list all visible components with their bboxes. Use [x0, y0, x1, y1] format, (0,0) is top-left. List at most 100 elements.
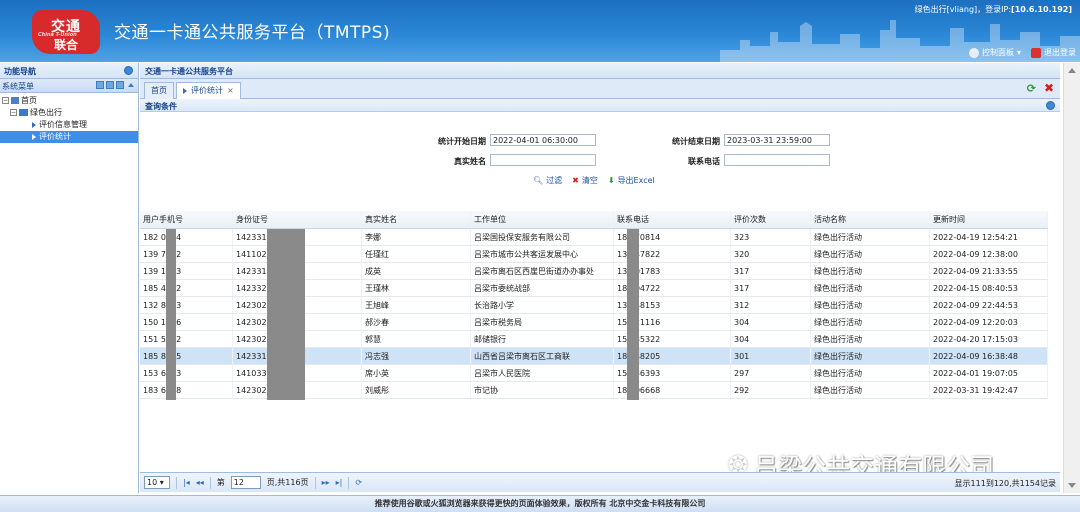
control-panel-button[interactable]: 控制面板 ▾ — [968, 47, 1021, 58]
table-cell: 吕梁市委统战部 — [471, 280, 614, 296]
table-cell: 182 0814 — [140, 229, 233, 245]
prev-page-icon[interactable]: ◂◂ — [196, 478, 204, 487]
filter-button[interactable]: 🔍︎ 过滤 — [533, 175, 562, 186]
column-header[interactable]: 身份证号 — [233, 211, 362, 228]
tab-evaluation-stats[interactable]: 评价统计 × — [176, 82, 241, 100]
expand-all-icon[interactable] — [96, 81, 104, 89]
redaction-mask — [166, 229, 176, 400]
table-cell: 郭慧 — [362, 331, 471, 347]
table-cell: 市记协 — [471, 382, 614, 398]
next-page-icon[interactable]: ▸▸ — [322, 478, 330, 487]
tree-item-evaluation-stats[interactable]: 评价统计 — [0, 131, 138, 143]
table-cell: 2022-04-09 21:33:55 — [930, 263, 1048, 279]
scroll-up-icon[interactable] — [1068, 68, 1076, 73]
logout-button[interactable]: 退出登录 — [1031, 47, 1076, 58]
table-cell: 2022-03-31 19:42:47 — [930, 382, 1048, 398]
tree-item-home[interactable]: − 首页 — [0, 95, 138, 107]
table-cell: 郝沙春 — [362, 314, 471, 330]
page-size-value: 10 — [147, 478, 158, 487]
collapse-query-button[interactable] — [1046, 101, 1055, 110]
real-name-label: 真实姓名 — [454, 157, 486, 166]
table-cell: 李娜 — [362, 229, 471, 245]
table-cell: 2022-04-01 19:07:05 — [930, 365, 1048, 381]
table-cell: 320 — [731, 246, 811, 262]
start-date-label: 统计开始日期 — [438, 137, 486, 146]
collapse-panel-button[interactable] — [124, 66, 133, 75]
tree-item-label: 评价信息管理 — [39, 120, 87, 129]
start-date-field[interactable] — [490, 134, 596, 146]
collapse-all-icon[interactable] — [106, 81, 114, 89]
column-header[interactable]: 活动名称 — [811, 211, 930, 228]
table-cell: 王旭峰 — [362, 297, 471, 313]
first-page-icon[interactable]: |◂ — [183, 478, 190, 487]
tab-home[interactable]: 首页 — [144, 82, 174, 99]
table-cell: 邮储银行 — [471, 331, 614, 347]
column-header[interactable]: 用户手机号 — [140, 211, 233, 228]
collapse-up-icon[interactable] — [128, 83, 134, 87]
query-panel-header: 查询条件 — [140, 99, 1060, 112]
arrow-right-icon — [32, 121, 36, 128]
contact-phone-field[interactable] — [724, 154, 830, 166]
system-menu-title: 系统菜单 — [2, 82, 34, 91]
column-header[interactable]: 真实姓名 — [362, 211, 471, 228]
tree-item-evaluation-management[interactable]: 评价信息管理 — [0, 119, 138, 131]
table-cell: 绿色出行活动 — [811, 280, 930, 296]
table-cell: 304 — [731, 314, 811, 330]
clear-button[interactable]: ✖ 清空 — [572, 175, 598, 186]
menu-tools — [96, 81, 134, 89]
clear-icon: ✖ — [572, 176, 579, 185]
contact-phone-label: 联系电话 — [688, 157, 720, 166]
table-cell: 冯志强 — [362, 348, 471, 364]
vertical-scrollbar[interactable] — [1063, 63, 1080, 493]
close-tab-icon[interactable]: × — [227, 86, 234, 95]
tree-item-label: 评价统计 — [39, 132, 71, 141]
tree-item-label: 绿色出行 — [30, 108, 62, 117]
table-cell: 刘威彤 — [362, 382, 471, 398]
tree-collapse-icon[interactable]: − — [10, 109, 17, 116]
table-cell: 吕梁市离石区西崖巴街道办办事处 — [471, 263, 614, 279]
table-cell: 席小英 — [362, 365, 471, 381]
end-date-field[interactable] — [724, 134, 830, 146]
table-cell: 绿色出行活动 — [811, 263, 930, 279]
logout-icon — [1031, 47, 1041, 58]
tree-item-green-travel[interactable]: − 绿色出行 — [0, 107, 138, 119]
breadcrumb: 交通一卡通公共服务平台 — [140, 63, 1060, 79]
column-header[interactable]: 联系电话 — [614, 211, 731, 228]
main-content: 交通一卡通公共服务平台 首页 评价统计 × ⟳ ✖ 查询条件 统计开始日期 统计结… — [140, 63, 1060, 493]
separator — [209, 476, 211, 489]
table-cell: 312 — [731, 297, 811, 313]
table-cell: 2022-04-09 12:20:03 — [930, 314, 1048, 330]
close-all-icon[interactable]: ✖ — [1044, 82, 1054, 95]
table-cell: 185 4722 — [140, 280, 233, 296]
table-cell: 2022-04-09 12:38:00 — [930, 246, 1048, 262]
pagination-bar: 10 ▾ |◂ ◂◂ 第 12 页,共116页 ▸▸ ▸| ⟳ 显示111到12… — [140, 472, 1060, 492]
column-header[interactable]: 评价次数 — [731, 211, 811, 228]
gear-icon — [968, 47, 979, 58]
refresh-icon[interactable]: ⟳ — [355, 478, 362, 487]
page-number-input[interactable]: 12 — [230, 476, 261, 489]
filter-label: 过滤 — [546, 176, 563, 185]
control-panel-label: 控制面板 — [981, 48, 1014, 57]
dropdown-arrow-icon: ▾ — [1016, 48, 1021, 57]
tree-collapse-icon[interactable]: − — [2, 97, 9, 104]
column-header[interactable]: 工作单位 — [471, 211, 614, 228]
page-size-select[interactable]: 10 ▾ — [144, 476, 170, 489]
refresh-icon[interactable]: ⟳ — [1027, 82, 1036, 95]
refresh-menu-icon[interactable] — [116, 81, 124, 89]
menu-tree: − 首页 − 绿色出行 评价信息管理 评价统计 — [0, 93, 138, 143]
real-name-field[interactable] — [490, 154, 596, 166]
footer: 推荐使用谷歌或火狐浏览器来获得更快的页面体验效果，版权所有 北京中交金卡科技有限… — [0, 495, 1080, 512]
table-cell: 2022-04-20 17:15:03 — [930, 331, 1048, 347]
table-cell: 292 — [731, 382, 811, 398]
end-date-label: 统计结束日期 — [672, 137, 720, 146]
redaction-mask — [627, 229, 639, 400]
table-cell: 吕梁市税务局 — [471, 314, 614, 330]
scroll-down-icon[interactable] — [1068, 483, 1076, 488]
export-excel-button[interactable]: ⬇ 导出Excel — [608, 175, 655, 186]
clear-label: 清空 — [581, 176, 598, 185]
last-page-icon[interactable]: ▸| — [336, 478, 343, 487]
table-cell: 绿色出行活动 — [811, 246, 930, 262]
separator — [348, 476, 350, 489]
table-cell: 吕梁市人民医院 — [471, 365, 614, 381]
column-header[interactable]: 更新时间 — [930, 211, 1048, 228]
